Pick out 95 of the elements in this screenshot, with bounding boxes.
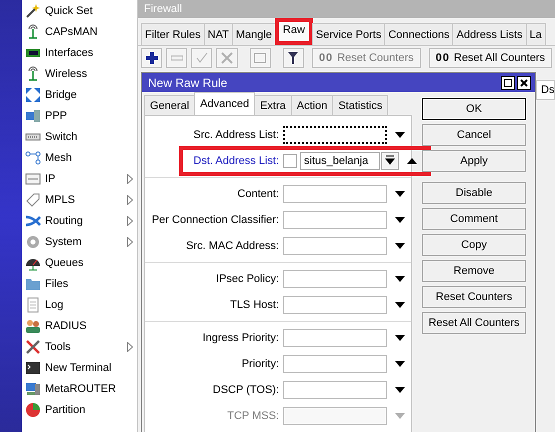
- field-label: DSCP (TOS):: [212, 384, 279, 396]
- close-icon: [520, 78, 528, 86]
- dropdown-arrow-icon[interactable]: [395, 243, 405, 249]
- document-icon: [25, 296, 41, 312]
- tab[interactable]: General: [144, 95, 196, 115]
- dropdown-button-icon[interactable]: [381, 152, 399, 170]
- dialog-button[interactable]: Reset All Counters: [422, 312, 526, 334]
- tab[interactable]: Extra: [254, 95, 292, 115]
- dialog-title: New Raw Rule: [148, 76, 228, 90]
- field-label: Content:: [237, 188, 279, 200]
- menu-item[interactable]: Interfaces: [22, 42, 137, 63]
- menu-item[interactable]: CAPsMAN: [22, 21, 137, 42]
- field-label: IPsec Policy:: [216, 273, 279, 285]
- field-label: Src. MAC Address:: [186, 240, 279, 252]
- menu-item[interactable]: MPLS: [22, 189, 137, 210]
- collapse-arrow-icon[interactable]: [407, 158, 417, 164]
- tab[interactable]: Service Ports: [312, 23, 386, 45]
- field-label: Src. Address List:: [193, 129, 279, 141]
- menu-item[interactable]: Switch: [22, 126, 137, 147]
- dialog-button[interactable]: OK: [422, 98, 526, 120]
- arrows-icon: [25, 86, 41, 102]
- filter-button[interactable]: [282, 48, 304, 68]
- cross-icon: [221, 52, 234, 64]
- menu-item[interactable]: Mesh: [22, 147, 137, 168]
- people-icon: [25, 318, 41, 334]
- dropdown-arrow-icon[interactable]: [395, 191, 405, 197]
- reset-counters-button[interactable]: 00 Reset All Counters: [428, 48, 552, 68]
- square-icon: [504, 78, 512, 86]
- tools-icon: [25, 338, 41, 354]
- address-list-field[interactable]: situs_belanja: [300, 152, 380, 170]
- tab[interactable]: Mangle: [232, 23, 276, 45]
- tab[interactable]: Connections: [384, 23, 454, 45]
- dropdown-arrow-icon[interactable]: [395, 361, 405, 367]
- close-button[interactable]: [517, 76, 531, 90]
- input-field[interactable]: [283, 126, 387, 144]
- field-label: Per Connection Classifier:: [152, 214, 279, 226]
- field-label: Dst. Address List:: [193, 155, 279, 167]
- dialog-button[interactable]: Apply: [422, 150, 526, 172]
- invert-checkbox[interactable]: [283, 154, 297, 168]
- gear-icon: [25, 234, 41, 250]
- tab[interactable]: Filter Rules: [141, 23, 205, 45]
- pie-chart-icon: [25, 402, 41, 418]
- minus-icon: [170, 55, 183, 61]
- note-icon: [254, 53, 266, 63]
- computers-icon: [25, 108, 41, 124]
- wand-icon: [25, 2, 41, 18]
- dropdown-arrow-icon[interactable]: [395, 387, 405, 393]
- dropdown-arrow-icon[interactable]: [395, 217, 405, 223]
- dialog-button[interactable]: Cancel: [422, 124, 526, 146]
- menu-item[interactable]: New Terminal: [22, 357, 137, 378]
- dialog-button[interactable]: Disable: [422, 182, 526, 204]
- menu-item[interactable]: RADIUS: [22, 315, 137, 336]
- monitor-icon: [25, 380, 41, 396]
- tab[interactable]: NAT: [204, 23, 233, 45]
- field-label: Ingress Priority:: [202, 332, 279, 344]
- nodes-icon: [25, 150, 41, 166]
- field-label: Priority:: [242, 358, 279, 370]
- field-label: TCP MSS:: [227, 410, 279, 422]
- menu-item[interactable]: Log: [22, 294, 137, 315]
- menu-item[interactable]: Routing: [22, 210, 137, 231]
- dropdown-arrow-icon[interactable]: [395, 335, 405, 341]
- filter-icon: [288, 52, 298, 64]
- dialog-button[interactable]: Reset Counters: [422, 286, 526, 308]
- tab[interactable]: Advanced: [194, 92, 256, 115]
- dialog-button[interactable]: Copy: [422, 234, 526, 256]
- tag-icon: [25, 192, 41, 208]
- dropdown-arrow-icon[interactable]: [395, 302, 405, 308]
- tab[interactable]: La: [526, 23, 546, 45]
- menu-item[interactable]: Files: [22, 273, 137, 294]
- tab[interactable]: Action: [290, 95, 334, 115]
- tab[interactable]: Raw: [274, 18, 313, 45]
- dropdown-arrow-icon[interactable]: [395, 132, 405, 138]
- plus-icon: [144, 51, 159, 65]
- dropdown-arrow-icon[interactable]: [395, 276, 405, 282]
- tab[interactable]: Statistics: [332, 95, 388, 115]
- menu-item[interactable]: Bridge: [22, 84, 137, 105]
- maximize-button[interactable]: [501, 76, 515, 90]
- dialog-button[interactable]: Comment: [422, 208, 526, 230]
- menu-item[interactable]: Wireless: [22, 63, 137, 84]
- menu-item[interactable]: System: [22, 231, 137, 252]
- dialog-button[interactable]: Remove: [422, 260, 526, 282]
- column-header: Ds: [536, 80, 555, 100]
- menu-item[interactable]: IP: [22, 168, 137, 189]
- menu-item[interactable]: Queues: [22, 252, 137, 273]
- add-button[interactable]: [141, 48, 162, 68]
- menu-item[interactable]: MetaROUTER: [22, 378, 137, 399]
- window-title: Firewall: [138, 0, 555, 18]
- menu-item[interactable]: Partition: [22, 399, 137, 420]
- menu-item[interactable]: Quick Set: [22, 0, 137, 21]
- menu-item[interactable]: PPP: [22, 105, 137, 126]
- field-label: TLS Host:: [230, 299, 279, 311]
- check-icon: [196, 52, 208, 64]
- terminal-icon: [25, 360, 41, 376]
- menu-item[interactable]: Tools: [22, 336, 137, 357]
- tab[interactable]: Address Lists: [452, 23, 527, 45]
